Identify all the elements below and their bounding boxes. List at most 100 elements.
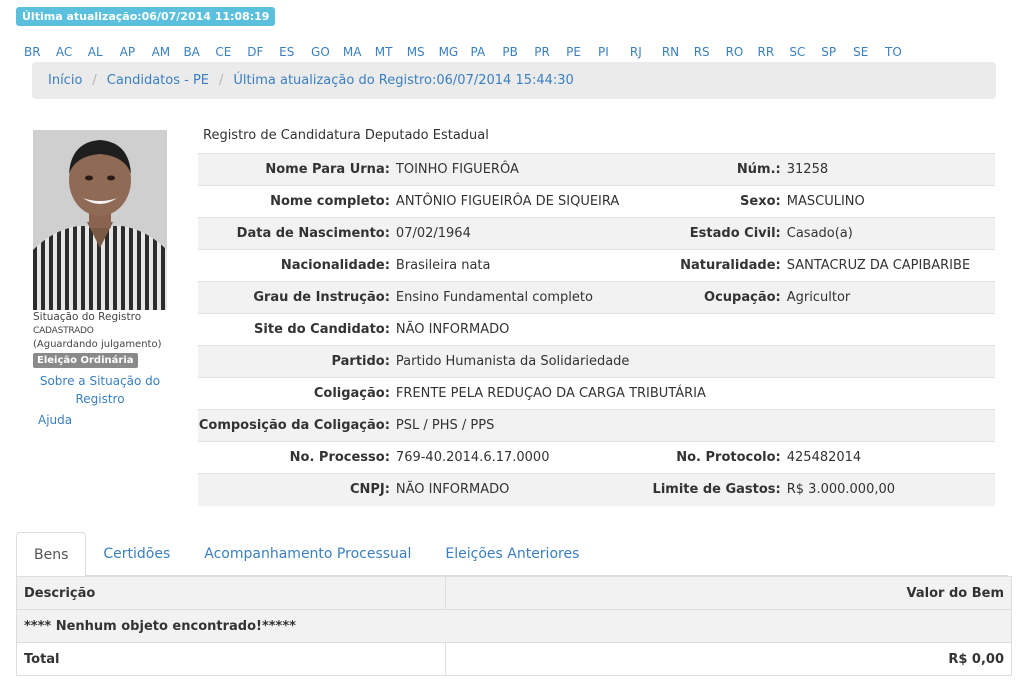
election-type-label: Eleição Ordinária (33, 353, 138, 368)
total-value: R$ 0,00 (445, 642, 1012, 676)
state-link-ce[interactable]: CE (215, 45, 247, 59)
breadcrumb-separator: / (92, 73, 97, 88)
occupation-label: Ocupação: (652, 281, 787, 314)
table-row: Composição da Coligação: PSL / PHS / PPS (198, 409, 995, 442)
state-link-rn[interactable]: RN (662, 45, 694, 59)
last-update-badge: Última atualização:06/07/2014 11:08:19 (16, 7, 276, 26)
state-link-sc[interactable]: SC (789, 45, 821, 59)
state-link-ms[interactable]: MS (407, 45, 439, 59)
table-row: Grau de Instrução: Ensino Fundamental co… (198, 281, 995, 314)
state-link-df[interactable]: DF (247, 45, 279, 59)
protocol-number-value: 425482014 (786, 441, 995, 474)
coalition-composition-value: PSL / PHS / PPS (395, 409, 995, 442)
website-value: NÃO INFORMADO (395, 313, 995, 346)
state-link-al[interactable]: AL (88, 45, 120, 59)
registration-status-panel: Situação do Registro CADASTRADO (Aguarda… (33, 311, 173, 429)
assets-table: Descrição Valor do Bem **** Nenhum objet… (16, 576, 1012, 676)
state-link-rr[interactable]: RR (757, 45, 789, 59)
state-link-mt[interactable]: MT (375, 45, 407, 59)
table-row: Partido: Partido Humanista da Solidaried… (198, 345, 995, 378)
state-link-ma[interactable]: MA (343, 45, 375, 59)
table-row: Coligação: FRENTE PELA REDUÇAO DA CARGA … (198, 377, 995, 410)
party-label: Partido: (198, 345, 396, 378)
status-value: CADASTRADO (33, 326, 94, 336)
birthplace-label: Naturalidade: (652, 249, 787, 282)
state-link-mg[interactable]: MG (439, 45, 471, 59)
status-title: Situação do Registro (33, 311, 142, 323)
coalition-value: FRENTE PELA REDUÇAO DA CARGA TRIBUTÁRIA (395, 377, 995, 410)
nationality-value: Brasileira nata (395, 249, 653, 282)
ballot-name-value: TOINHO FIGUERÔA (395, 153, 653, 186)
number-value: 31258 (786, 153, 995, 186)
protocol-number-label: No. Protocolo: (652, 441, 787, 474)
ballot-name-label: Nome Para Urna: (198, 153, 396, 186)
state-link-rs[interactable]: RS (694, 45, 726, 59)
help-link[interactable]: Ajuda (38, 411, 173, 429)
table-row: Site do Candidato: NÃO INFORMADO (198, 313, 995, 346)
state-link-pe[interactable]: PE (566, 45, 598, 59)
state-nav: BR AC AL AP AM BA CE DF ES GO MA MT MS MG PA PB PR PE PI RJ… (24, 45, 917, 59)
coalition-label: Coligação: (198, 377, 396, 410)
spending-limit-value: R$ 3.000.000,00 (786, 473, 995, 506)
tab-bens[interactable]: Bens (16, 532, 87, 577)
state-link-ba[interactable]: BA (183, 45, 215, 59)
breadcrumb: Início / Candidatos - PE / Última atuali… (32, 62, 996, 99)
state-link-ro[interactable]: RO (726, 45, 758, 59)
breadcrumb-last-update-link[interactable]: Última atualização do Registro:06/07/201… (233, 73, 573, 88)
description-column-header: Descrição (16, 576, 446, 610)
website-label: Site do Candidato: (198, 313, 396, 346)
candidate-photo-image (33, 130, 167, 310)
state-link-am[interactable]: AM (152, 45, 184, 59)
table-row: Nacionalidade: Brasileira nata Naturalid… (198, 249, 995, 282)
birthplace-value: SANTACRUZ DA CAPIBARIBE (786, 249, 995, 282)
state-link-to[interactable]: TO (885, 45, 917, 59)
table-row: Nome completo: ANTÔNIO FIGUEIRÔA DE SIQU… (198, 185, 995, 218)
party-value: Partido Humanista da Solidariedade (395, 345, 995, 378)
candidate-photo (33, 130, 167, 310)
table-row: **** Nenhum objeto encontrado!***** (16, 609, 1012, 643)
candidate-info-table: Nome Para Urna: TOINHO FIGUERÔA Núm.: 31… (198, 153, 995, 506)
marital-status-value: Casado(a) (786, 217, 995, 250)
breadcrumb-home-link[interactable]: Início (48, 73, 82, 88)
nationality-label: Nacionalidade: (198, 249, 396, 282)
table-row: Total R$ 0,00 (16, 642, 1012, 676)
table-row: Nome Para Urna: TOINHO FIGUERÔA Núm.: 31… (198, 153, 995, 186)
about-status-link[interactable]: Sobre a Situação do Registro (33, 372, 167, 408)
spending-limit-label: Limite de Gastos: (652, 473, 787, 506)
status-detail: (Aguardando julgamento) (33, 339, 162, 350)
tab-eleicoes-anteriores[interactable]: Eleições Anteriores (428, 532, 596, 576)
empty-message: **** Nenhum objeto encontrado!***** (16, 609, 1012, 643)
state-link-br[interactable]: BR (24, 45, 56, 59)
state-link-ap[interactable]: AP (120, 45, 152, 59)
tab-acompanhamento-processual[interactable]: Acompanhamento Processual (187, 532, 428, 576)
breadcrumb-candidates-link[interactable]: Candidatos - PE (107, 73, 209, 88)
cnpj-value: NÃO INFORMADO (395, 473, 653, 506)
state-link-se[interactable]: SE (853, 45, 885, 59)
table-row: Data de Nascimento: 07/02/1964 Estado Ci… (198, 217, 995, 250)
state-link-pi[interactable]: PI (598, 45, 630, 59)
state-link-rj[interactable]: RJ (630, 45, 662, 59)
number-label: Núm.: (652, 153, 787, 186)
state-link-ac[interactable]: AC (56, 45, 88, 59)
cnpj-label: CNPJ: (198, 473, 396, 506)
coalition-composition-label: Composição da Coligação: (198, 409, 396, 442)
state-link-pb[interactable]: PB (502, 45, 534, 59)
table-row: No. Processo: 769-40.2014.6.17.0000 No. … (198, 441, 995, 474)
breadcrumb-separator: / (219, 73, 224, 88)
total-label: Total (16, 642, 446, 676)
state-link-pa[interactable]: PA (470, 45, 502, 59)
state-link-pr[interactable]: PR (534, 45, 566, 59)
education-value: Ensino Fundamental completo (395, 281, 653, 314)
state-link-sp[interactable]: SP (821, 45, 853, 59)
marital-status-label: Estado Civil: (652, 217, 787, 250)
birth-date-label: Data de Nascimento: (198, 217, 396, 250)
table-row: CNPJ: NÃO INFORMADO Limite de Gastos: R$… (198, 473, 995, 506)
state-link-go[interactable]: GO (311, 45, 343, 59)
state-link-es[interactable]: ES (279, 45, 311, 59)
table-header-row: Descrição Valor do Bem (16, 576, 1012, 610)
process-number-value: 769-40.2014.6.17.0000 (395, 441, 653, 474)
sex-value: MASCULINO (786, 185, 995, 218)
tab-certidoes[interactable]: Certidões (86, 532, 187, 576)
education-label: Grau de Instrução: (198, 281, 396, 314)
process-number-label: No. Processo: (198, 441, 396, 474)
